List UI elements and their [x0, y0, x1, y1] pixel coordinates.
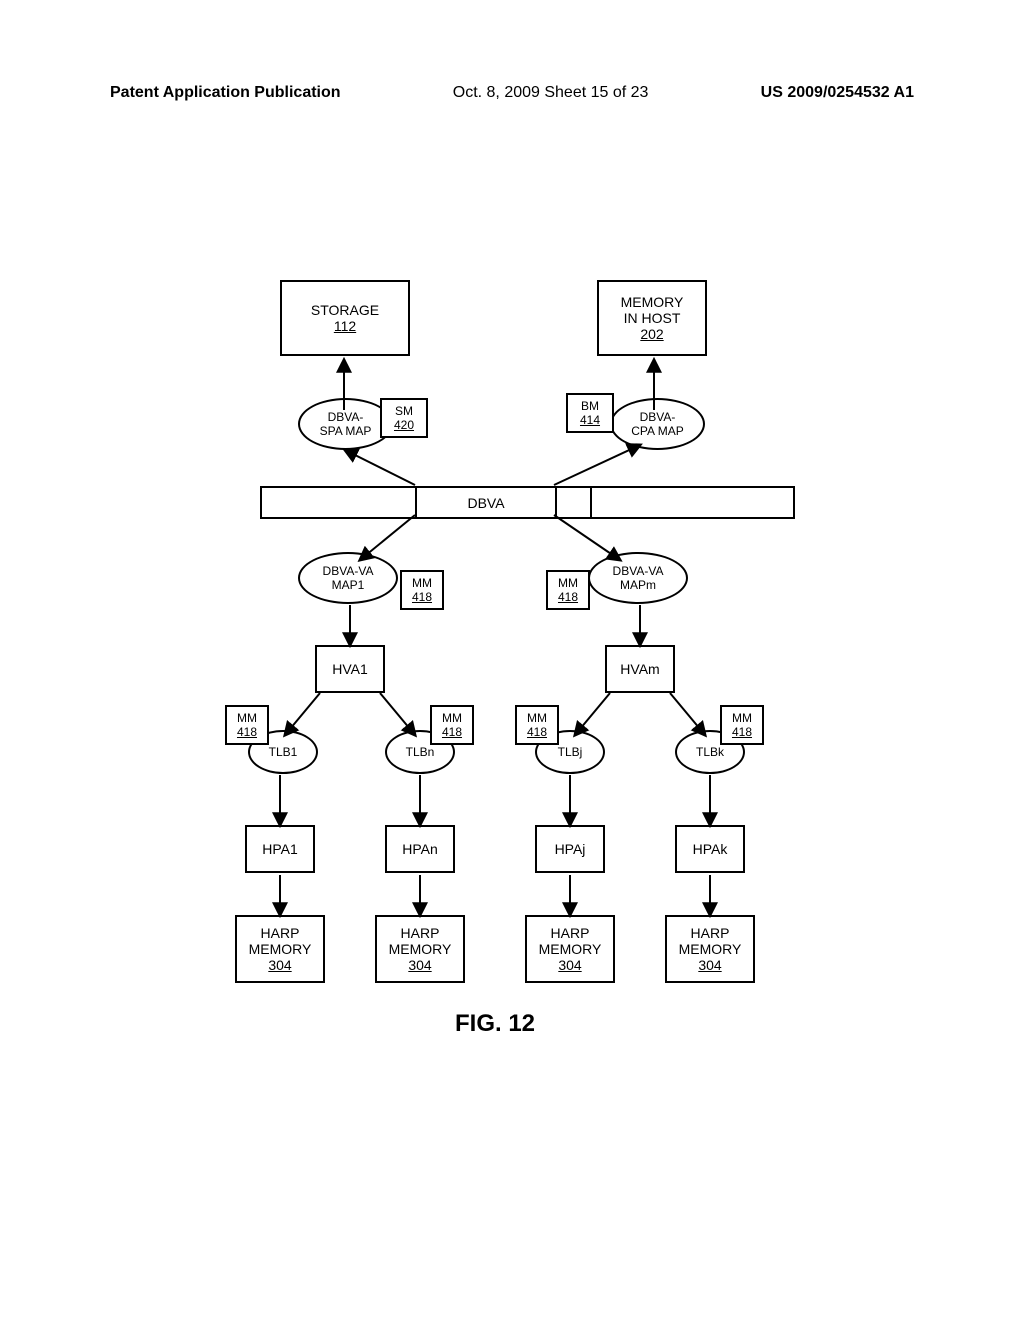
mm-r-4: 418	[442, 725, 462, 739]
sm-box: SM 420	[380, 398, 428, 438]
mm-l-3: MM	[237, 711, 257, 725]
bm-label: BM	[581, 399, 599, 413]
mm-box-5: MM 418	[515, 705, 559, 745]
diagram-area: STORAGE 112 MEMORY IN HOST 202 DBVA- SPA…	[220, 280, 810, 1050]
header-right: US 2009/0254532 A1	[761, 84, 914, 102]
mm-r-3: 418	[237, 725, 257, 739]
mm-l-1: MM	[412, 576, 432, 590]
mm-box-6: MM 418	[720, 705, 764, 745]
mm-l-6: MM	[732, 711, 752, 725]
mm-r-5: 418	[527, 725, 547, 739]
mm-l-5: MM	[527, 711, 547, 725]
header-row: Patent Application Publication Oct. 8, 2…	[0, 84, 1024, 102]
sm-label: SM	[395, 404, 413, 418]
bm-box: BM 414	[566, 393, 614, 433]
mm-box-1: MM 418	[400, 570, 444, 610]
mm-l-4: MM	[442, 711, 462, 725]
mm-box-2: MM 418	[546, 570, 590, 610]
mm-l-2: MM	[558, 576, 578, 590]
bm-ref: 414	[580, 413, 600, 427]
mm-r-2: 418	[558, 590, 578, 604]
mm-box-4: MM 418	[430, 705, 474, 745]
mm-r-6: 418	[732, 725, 752, 739]
header-center: Oct. 8, 2009 Sheet 15 of 23	[453, 84, 649, 102]
header-left: Patent Application Publication	[110, 84, 341, 102]
mm-r-1: 418	[412, 590, 432, 604]
mm-box-3: MM 418	[225, 705, 269, 745]
sm-ref: 420	[394, 418, 414, 432]
